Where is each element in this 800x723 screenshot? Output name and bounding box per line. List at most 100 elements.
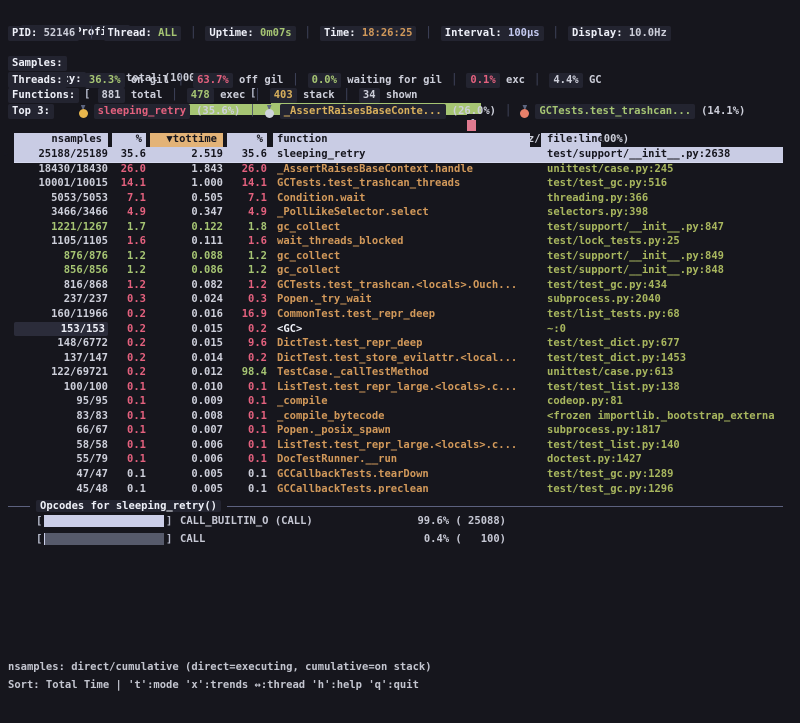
info-bar: PID: 52146│Thread: ALL│Uptime: 0m07s│Tim… xyxy=(8,26,800,41)
cell-cumulative-pct: 26.0 xyxy=(227,162,267,177)
separator: │ xyxy=(246,104,258,119)
table-row[interactable]: 45/480.10.0050.1GCCallbackTests.preclean… xyxy=(0,482,800,497)
functions-stat-name: exec xyxy=(214,89,246,101)
cell-tottime: 0.016 xyxy=(150,307,223,322)
cell-cumulative-pct: 1.6 xyxy=(227,234,267,249)
opcode-name: CALL xyxy=(180,532,205,546)
table-row[interactable]: 47/470.10.0050.1GCCallbackTests.tearDown… xyxy=(0,467,800,482)
table-row[interactable]: 153/1530.20.0150.2<GC>~:0 xyxy=(0,322,800,337)
table-row[interactable]: 5053/50537.10.5057.1Condition.waitthread… xyxy=(0,191,800,206)
functions-stat-name: stack xyxy=(297,89,335,101)
table-row[interactable]: 237/2370.30.0240.3Popen._try_waitsubproc… xyxy=(0,292,800,307)
table-row[interactable]: 18430/1843026.01.84326.0_AssertRaisesBas… xyxy=(0,162,800,177)
cell-function: ListTest.test_repr_large.<locals>.c... xyxy=(277,380,537,395)
thread-stat-name: exc xyxy=(500,74,525,86)
column-header-tottime-sorted[interactable]: ▼tottime xyxy=(150,133,223,147)
thread-stat-name: on gil xyxy=(125,74,169,86)
separator: │ xyxy=(550,26,562,41)
column-header-function[interactable]: function xyxy=(273,133,530,147)
cell-direct-pct: 0.1 xyxy=(112,394,146,409)
cell-cumulative-pct: 7.1 xyxy=(227,191,267,206)
functions-stat-name: shown xyxy=(380,89,418,101)
cell-function: Condition.wait xyxy=(277,191,537,206)
column-header-direct-pct[interactable]: % xyxy=(112,133,146,147)
cell-function: GCCallbackTests.preclean xyxy=(277,482,537,497)
cell-cumulative-pct: 0.1 xyxy=(227,482,267,497)
cell-file-line: test/test_list.py:140 xyxy=(547,438,787,453)
cell-nsamples: 3466/3466 xyxy=(14,205,108,220)
table-row[interactable]: 856/8561.20.0861.2gc_collecttest/support… xyxy=(0,263,800,278)
info-label: Display: xyxy=(572,27,629,39)
cell-nsamples: 153/153 xyxy=(14,322,108,337)
cell-tottime: 0.014 xyxy=(150,351,223,366)
table-row[interactable]: 100/1000.10.0100.1ListTest.test_repr_lar… xyxy=(0,380,800,395)
table-row[interactable]: 83/830.10.0080.1_compile_bytecode<frozen… xyxy=(0,409,800,424)
table-row[interactable]: ▶25188/2518935.62.51935.6sleeping_retryt… xyxy=(14,147,783,162)
info-value: 0m07s xyxy=(260,27,292,39)
table-row[interactable]: 160/119660.20.01616.9CommonTest.test_rep… xyxy=(0,307,800,322)
gold-medal-icon xyxy=(79,105,88,118)
cell-tottime: 0.082 xyxy=(150,278,223,293)
top3-line: Top 3: sleeping_retry(35.6%)│_AssertRais… xyxy=(8,104,800,119)
table-row[interactable]: 137/1470.20.0140.2DictTest.test_store_ev… xyxy=(0,351,800,366)
opcode-bar-fill xyxy=(44,515,164,527)
cell-tottime: 0.008 xyxy=(150,409,223,424)
table-row[interactable]: 95/950.10.0090.1_compilecodeop.py:81 xyxy=(0,394,800,409)
opcode-bar-open-bracket: [ xyxy=(36,514,42,528)
cell-file-line: unittest/case.py:245 xyxy=(547,162,787,177)
cell-function: gc_collect xyxy=(277,220,537,235)
cell-file-line: test/support/__init__.py:849 xyxy=(547,249,787,264)
info-label: Thread: xyxy=(108,27,159,39)
cell-cumulative-pct: 1.2 xyxy=(227,278,267,293)
cell-tottime: 0.009 xyxy=(150,394,223,409)
table-row[interactable]: 122/697210.20.01298.4TestCase._callTestM… xyxy=(0,365,800,380)
table-row[interactable]: 55/790.10.0060.1DocTestRunner.__rundocte… xyxy=(0,452,800,467)
cell-tottime: 0.005 xyxy=(150,467,223,482)
cell-cumulative-pct: 1.2 xyxy=(227,263,267,278)
table-row[interactable]: 876/8761.20.0881.2gc_collecttest/support… xyxy=(0,249,800,264)
separator: │ xyxy=(168,88,180,103)
table-row[interactable]: 1105/11051.60.1111.6wait_threads_blocked… xyxy=(0,234,800,249)
cell-tottime: 0.006 xyxy=(150,438,223,453)
opcode-bar-close-bracket: ] xyxy=(166,514,172,528)
top3-function-name[interactable]: GCTests.test_trashcan... xyxy=(535,104,695,119)
cell-function: DictTest.test_store_evilattr.<local... xyxy=(277,351,537,366)
table-row[interactable]: 1221/12671.70.1221.8gc_collecttest/suppo… xyxy=(0,220,800,235)
top3-function-name[interactable]: _AssertRaisesBaseConte... xyxy=(280,104,446,119)
cell-function: ListTest.test_repr_large.<locals>.c... xyxy=(277,438,537,453)
cell-nsamples: 1221/1267 xyxy=(14,220,108,235)
table-row[interactable]: 10001/1001514.11.00014.1GCTests.test_tra… xyxy=(0,176,800,191)
thread-stat: 0.1% exc xyxy=(466,73,525,88)
cell-nsamples: 122/69721 xyxy=(14,365,108,380)
cell-tottime: 2.519 xyxy=(150,147,223,162)
cell-direct-pct: 1.2 xyxy=(112,263,146,278)
column-header-file-line[interactable]: file:line xyxy=(541,133,601,147)
table-row[interactable]: 3466/34664.90.3474.9_PollLikeSelector.se… xyxy=(0,205,800,220)
cell-direct-pct: 0.2 xyxy=(112,322,146,337)
cell-cumulative-pct: 0.1 xyxy=(227,467,267,482)
table-row[interactable]: 58/580.10.0060.1ListTest.test_repr_large… xyxy=(0,438,800,453)
cell-file-line: test/test_dict.py:1453 xyxy=(547,351,787,366)
cell-function: GCTests.test_trashcan.<locals>.Ouch... xyxy=(277,278,537,293)
table-row[interactable]: 66/670.10.0070.1Popen._posix_spawnsubpro… xyxy=(0,423,800,438)
separator: │ xyxy=(175,73,187,88)
cell-function: _compile_bytecode xyxy=(277,409,537,424)
cell-cumulative-pct: 0.1 xyxy=(227,409,267,424)
thread-stat-name: waiting for gil xyxy=(341,74,442,86)
thread-stat-name: GC xyxy=(583,74,602,86)
cell-function: _compile xyxy=(277,394,537,409)
column-header-nsamples[interactable]: nsamples xyxy=(14,133,108,147)
column-header-cumulative-pct[interactable]: % xyxy=(227,133,267,147)
functions-stat: 403 stack xyxy=(270,88,335,103)
opcode-bar-close-bracket: ] xyxy=(166,532,172,546)
footer-legend: nsamples: direct/cumulative (direct=exec… xyxy=(8,661,432,673)
top3-function-name[interactable]: sleeping_retry xyxy=(94,104,191,119)
footer-keybindings: Sort: Total Time | 't':mode 'x':trends ↔… xyxy=(8,679,419,691)
table-row[interactable]: 816/8681.20.0821.2GCTests.test_trashcan.… xyxy=(0,278,800,293)
separator: │ xyxy=(187,26,199,41)
separator: │ xyxy=(251,88,263,103)
cell-direct-pct: 0.1 xyxy=(112,380,146,395)
cell-direct-pct: 1.2 xyxy=(112,249,146,264)
spacer xyxy=(60,104,73,119)
table-row[interactable]: 148/67720.20.0159.6DictTest.test_repr_de… xyxy=(0,336,800,351)
